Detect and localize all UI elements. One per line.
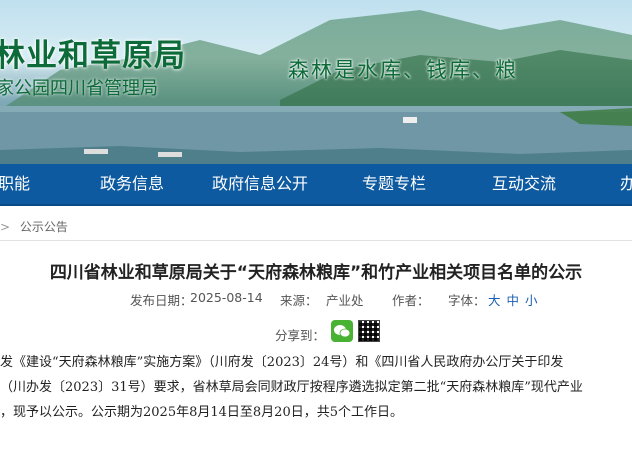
divider [0, 240, 632, 241]
nav-item-services[interactable]: 办 [620, 164, 632, 204]
site-subtitle: 家公园四川省管理局 [0, 78, 158, 99]
font-size-small-button[interactable]: 小 [525, 293, 538, 308]
nav-item-special-topics[interactable]: 专题专栏 [362, 164, 426, 204]
nav-item-info-disclosure[interactable]: 政府信息公开 [212, 164, 308, 204]
main-nav: 职能 政务信息 政府信息公开 专题专栏 互动交流 办 [0, 164, 632, 206]
font-size-options: 大 中 小 [488, 290, 540, 309]
font-size-medium-button[interactable]: 中 [507, 293, 520, 308]
publish-date: 2025-08-14 [190, 290, 263, 305]
header-banner: 林业和草原局 家公园四川省管理局 森林是水库、钱库、粮 [0, 0, 632, 164]
nav-item-functions[interactable]: 职能 [0, 164, 30, 204]
nav-item-interaction[interactable]: 互动交流 [492, 164, 556, 204]
nav-item-government-affairs[interactable]: 政务信息 [100, 164, 164, 204]
article-title: 四川省林业和草原局关于“天府森林粮库”和竹产业相关项目名单的公示 [49, 263, 583, 283]
body-line: 发《建设“天府森林粮库”实施方案》（川府发〔2023〕24号）和《四川省人民政府… [0, 355, 564, 370]
share-label: 分享到： [275, 328, 326, 343]
body-line: （川办发〔2023〕31号）要求，省林草局会同财政厅按程序遴选拟定第二批“天府森… [0, 380, 583, 395]
publish-date-label: 发布日期： [130, 293, 193, 308]
body-line: ，现予以公示。公示期为2025年8月14日至8月20日，共5个工作日。 [0, 405, 403, 420]
breadcrumb: > 公示公告 [0, 218, 68, 240]
font-size-large-button[interactable]: 大 [488, 293, 501, 308]
source-label: 来源： [280, 293, 318, 308]
font-size-label: 字体： [448, 293, 486, 308]
wechat-icon[interactable] [331, 320, 353, 342]
slogan: 森林是水库、钱库、粮 [288, 58, 518, 82]
qrcode-icon[interactable] [358, 320, 380, 342]
site-title: 林业和草原局 [0, 38, 186, 74]
breadcrumb-item-announcements[interactable]: 公示公告 [20, 220, 68, 234]
article-body: 发《建设“天府森林粮库”实施方案》（川府发〔2023〕24号）和《四川省人民政府… [0, 350, 632, 425]
author-label: 作者： [392, 293, 430, 308]
breadcrumb-separator-icon: > [0, 220, 11, 234]
source-value: 产业处 [326, 293, 364, 308]
